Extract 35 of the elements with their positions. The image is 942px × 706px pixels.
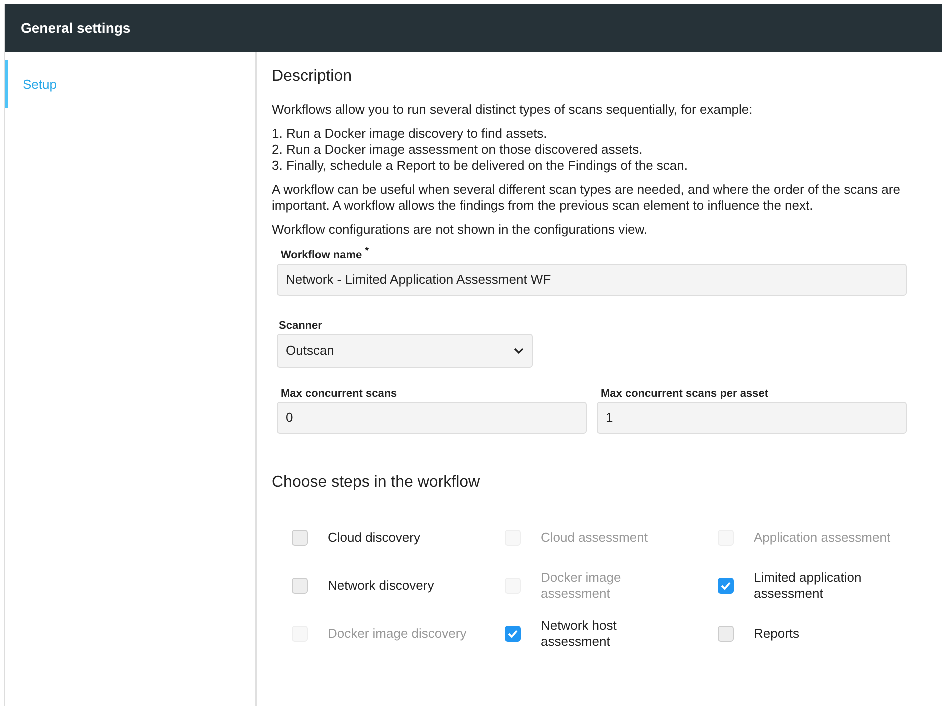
checkbox-label: Network discovery [328,578,436,594]
field-label: Max concurrent scans [281,388,398,400]
checkbox[interactable] [292,530,308,546]
section-heading: Choose steps in the workflow [272,474,482,492]
required-mark: * [365,246,369,257]
page-title: General settings [21,20,131,36]
checkbox-label: Cloud assessment [541,530,649,546]
max-scans-field[interactable]: 0 [277,402,587,434]
step-text: 2. Run a Docker image assessment on those discovered assets. [272,142,644,158]
checkbox-label: Application assessment [754,530,892,546]
checkmark-icon [721,582,731,590]
scanner-select[interactable]: Outscan [277,334,533,368]
checkbox[interactable] [505,626,521,642]
checkbox[interactable] [718,626,734,642]
description-text: Workflow configurations are not shown in the configurations view. [272,222,649,238]
chevron-down-icon [514,348,524,354]
field-label: Max concurrent scans per asset [601,388,770,400]
max-scans-per-asset-field[interactable]: 1 [597,402,907,434]
step-text: 1. Run a Docker image discovery to find assets. [272,126,548,142]
checkbox-label: Reports [754,626,801,642]
field-label: Workflow name [281,250,362,262]
checkbox[interactable] [718,578,734,594]
checkbox-label: Cloud discovery [328,530,422,546]
step-text: 3. Finally, schedule a Report to be delivered on the Findings of the scan. [272,158,690,174]
field-label: Scanner [279,320,324,332]
checkbox-label: Docker image discovery [328,626,468,642]
section-heading: Description [272,68,354,86]
description-text: Workflows allow you to run several distinct types of scans sequentially, for example: [272,102,754,118]
checkbox[interactable] [292,578,308,594]
description-text: A workflow can be useful when several different scan types are needed, and where the order of the scans are important. A workflow allows the findings from the previous scan element to influence the next. [272,182,902,214]
checkbox-label: Network host assessment [541,618,618,650]
workflow-name-field[interactable]: Network - Limited Application Assessment WF [277,264,907,296]
checkbox-label: Docker image assessment [541,570,622,602]
checkbox-label: Limited application assessment [754,570,863,602]
checkmark-icon [508,630,518,638]
